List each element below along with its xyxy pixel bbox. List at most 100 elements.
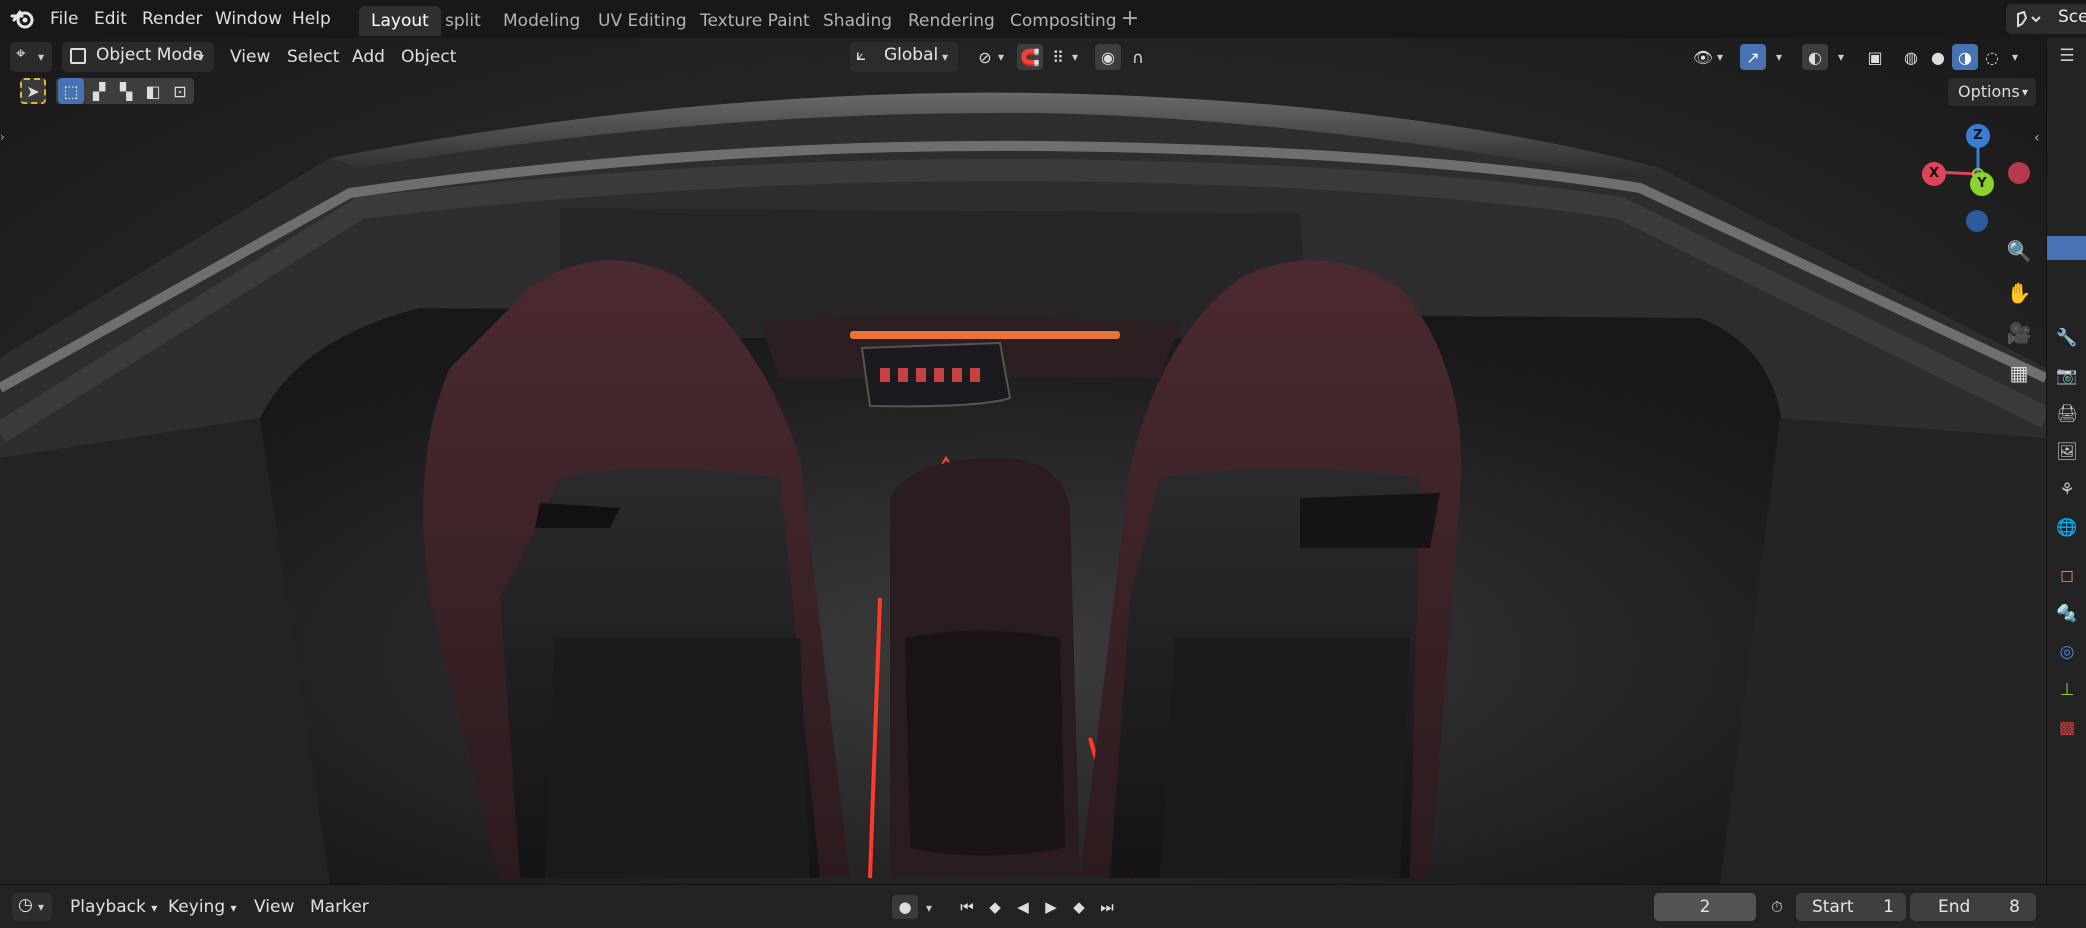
view-layer-icon[interactable]: 🖼: [2055, 440, 2079, 464]
orientation-axes-icon: ⟀: [856, 45, 867, 65]
scene-selector[interactable]: Sce: [2006, 4, 2086, 34]
top-menu-bar: File Edit Render Window Help Layout spli…: [0, 0, 2086, 38]
gizmo-axis-z[interactable]: Z: [1966, 124, 1990, 148]
physics-properties-icon[interactable]: ◎: [2055, 640, 2079, 664]
visibility-eye-icon[interactable]: 👁: [1690, 44, 1716, 70]
view3d-editor-icon: ⌖: [16, 44, 26, 64]
xray-toggle-icon[interactable]: ▣: [1862, 44, 1888, 70]
output-properties-icon[interactable]: 🖨: [2055, 402, 2079, 426]
play-reverse-icon[interactable]: ◀: [1010, 895, 1036, 919]
select-menu[interactable]: Select: [279, 42, 347, 72]
timeline-editor-selector[interactable]: ◷ ▾: [12, 893, 52, 921]
tab-layout[interactable]: Layout: [359, 6, 441, 36]
rendered-shading-icon[interactable]: ◌: [1979, 44, 2005, 70]
select-tool-icon[interactable]: ➤: [20, 78, 46, 104]
current-frame-field[interactable]: 2: [1654, 893, 1756, 921]
tab-compositing[interactable]: Compositing: [998, 6, 1129, 36]
stopwatch-icon[interactable]: ⏱: [1764, 895, 1790, 919]
world-properties-icon[interactable]: 🌐: [2055, 516, 2079, 540]
view-menu[interactable]: View: [222, 42, 278, 72]
auto-keying-icon[interactable]: ●: [892, 895, 918, 919]
prev-keyframe-icon[interactable]: ◆: [982, 895, 1008, 919]
transform-orientation-selector[interactable]: ⟀ Global ▾: [850, 42, 958, 72]
blender-logo-icon[interactable]: [10, 6, 36, 32]
selection-mode-group: ⬚ ▞ ▚ ◧ ⊡: [56, 78, 194, 104]
options-label: Options: [1958, 82, 2020, 101]
gizmo-toggle-icon[interactable]: ↗: [1740, 44, 1766, 70]
menu-edit[interactable]: Edit: [90, 6, 131, 32]
select-intersect-icon[interactable]: ⊡: [167, 78, 193, 104]
select-subtract-icon[interactable]: ▚: [113, 78, 139, 104]
start-label: Start: [1812, 897, 1854, 917]
tab-modeling[interactable]: Modeling: [491, 6, 592, 36]
toolbar-expand-icon[interactable]: ›: [0, 130, 5, 144]
material-preview-shading-icon[interactable]: ◑: [1952, 44, 1978, 70]
next-keyframe-icon[interactable]: ◆: [1066, 895, 1092, 919]
scene-icon: [2017, 10, 2041, 28]
object-data-icon[interactable]: ⊥: [2055, 678, 2079, 702]
menu-window[interactable]: Window: [211, 6, 286, 32]
tab-rendering[interactable]: Rendering: [896, 6, 1007, 36]
jump-start-icon[interactable]: ⏮: [954, 895, 980, 919]
gizmo-axis-neg-y[interactable]: [2008, 162, 2030, 184]
marker-menu[interactable]: Marker: [304, 893, 375, 921]
select-invert-icon[interactable]: ◧: [140, 78, 166, 104]
editor-type-selector[interactable]: ⌖ ▾: [10, 42, 52, 72]
ortho-grid-icon[interactable]: ▦: [2002, 356, 2036, 390]
render-properties-icon[interactable]: 📷: [2055, 364, 2079, 388]
select-extend-icon[interactable]: ▞: [86, 78, 112, 104]
outliner-selected-row[interactable]: [2047, 236, 2086, 260]
camera-view-icon[interactable]: 🎥: [2002, 316, 2036, 350]
wireframe-shading-icon[interactable]: ◍: [1898, 44, 1924, 70]
sidebar-expand-icon[interactable]: ‹: [2034, 130, 2040, 146]
object-mode-icon: [70, 48, 86, 64]
mode-selector[interactable]: Object Mode ▾: [62, 42, 214, 72]
proportional-edit-icon[interactable]: ◉: [1095, 44, 1121, 70]
chevron-down-icon: ▾: [1776, 50, 1783, 64]
gizmo-axis-x[interactable]: X: [1922, 162, 1946, 186]
overlays-toggle-icon[interactable]: ◐: [1802, 44, 1828, 70]
menu-render[interactable]: Render: [138, 6, 207, 32]
menu-help[interactable]: Help: [288, 6, 335, 32]
pan-hand-icon[interactable]: ✋: [2002, 276, 2036, 310]
chevron-down-icon: ▾: [1072, 50, 1079, 64]
timeline-view-menu[interactable]: View: [248, 893, 300, 921]
object-menu[interactable]: Object: [393, 42, 464, 72]
select-new-icon[interactable]: ⬚: [58, 78, 84, 104]
chevron-down-icon: ▾: [38, 900, 45, 914]
jump-end-icon[interactable]: ⏭: [1094, 895, 1120, 919]
properties-tab-strip: ☰ 🔧 📷 🖨 🖼 ⚘ 🌐 ◻ 🔩 ◎ ⊥ ▩: [2046, 38, 2086, 884]
gizmo-axis-y[interactable]: Y: [1970, 172, 1994, 196]
texture-properties-icon[interactable]: ▩: [2055, 716, 2079, 740]
falloff-curve-icon[interactable]: ∩: [1125, 44, 1151, 70]
chevron-down-icon: ▾: [38, 50, 45, 64]
snap-increment-icon[interactable]: ⠿: [1045, 44, 1071, 70]
pivot-point-icon[interactable]: ⊘: [972, 44, 998, 70]
tab-texture-paint[interactable]: Texture Paint: [688, 6, 822, 36]
keying-menu[interactable]: Keying ▾: [162, 893, 243, 921]
start-frame-field[interactable]: Start 1: [1796, 893, 1906, 921]
3d-viewport[interactable]: ⌖ ▾ Object Mode ▾ View Select Add Object…: [0, 38, 2046, 884]
tab-split[interactable]: split: [433, 6, 493, 36]
chevron-down-icon: ▾: [998, 50, 1005, 64]
chevron-down-icon: ▾: [1717, 50, 1724, 64]
end-frame-field[interactable]: End 8: [1910, 893, 2036, 921]
outliner-icon[interactable]: ☰: [2055, 44, 2079, 68]
gizmo-axis-neg-z[interactable]: [1966, 210, 1988, 232]
add-menu[interactable]: Add: [344, 42, 393, 72]
tab-shading[interactable]: Shading: [811, 6, 904, 36]
scene-properties-icon[interactable]: ⚘: [2055, 478, 2079, 502]
playback-menu[interactable]: Playback ▾: [64, 893, 163, 921]
options-dropdown[interactable]: Options ▾: [1948, 78, 2036, 106]
snap-toggle-icon[interactable]: 🧲: [1017, 44, 1043, 70]
modifier-properties-icon[interactable]: 🔩: [2055, 602, 2079, 626]
tool-settings-icon[interactable]: 🔧: [2055, 326, 2079, 350]
orientation-label: Global: [884, 45, 939, 65]
add-workspace-button[interactable]: +: [1118, 6, 1142, 32]
object-properties-icon[interactable]: ◻: [2055, 564, 2079, 588]
play-icon[interactable]: ▶: [1038, 895, 1064, 919]
tab-uv-editing[interactable]: UV Editing: [586, 6, 699, 36]
zoom-icon[interactable]: 🔍: [2002, 234, 2036, 268]
menu-file[interactable]: File: [46, 6, 82, 32]
solid-shading-icon[interactable]: ●: [1925, 44, 1951, 70]
